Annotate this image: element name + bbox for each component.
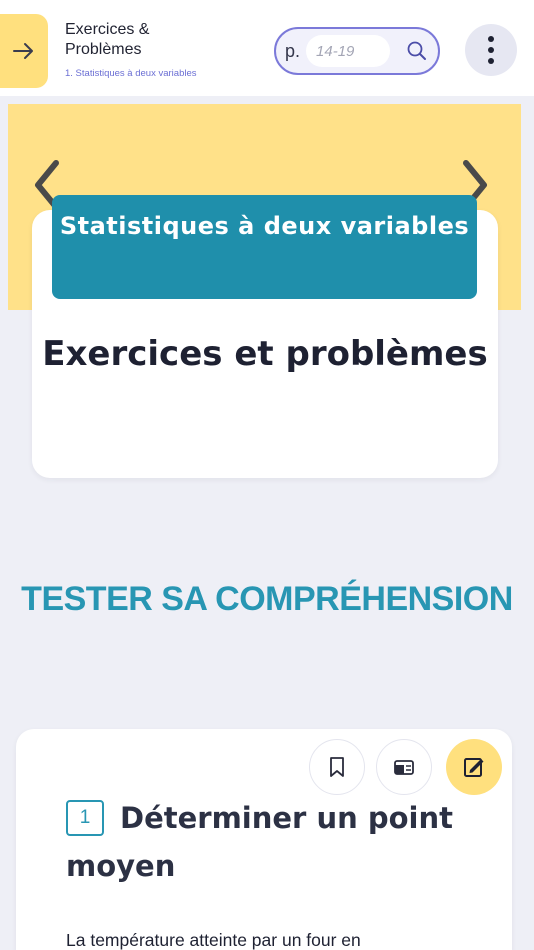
nav-subtitle: 1. Statistiques à deux variables [65, 68, 197, 79]
arrow-right-icon [13, 43, 33, 59]
edit-note-icon [464, 758, 484, 777]
nav-title: Exercices & Problèmes [65, 20, 149, 60]
flashcard-button[interactable] [376, 739, 432, 795]
edit-note-button[interactable] [446, 739, 502, 795]
nav-title-line1: Exercices & [65, 21, 150, 38]
more-menu-button[interactable] [465, 24, 517, 76]
magnifier-icon[interactable] [404, 38, 430, 64]
exercise-number: 1 [66, 800, 104, 836]
flashcard-icon [394, 760, 414, 775]
exercise-body: La température atteinte par un four en [66, 930, 361, 950]
card-title: Exercices et problèmes [42, 334, 488, 374]
page-prefix: p. [285, 40, 301, 61]
nav-title-line2: Problèmes [65, 41, 142, 58]
back-button[interactable] [0, 14, 48, 88]
bookmark-icon [330, 757, 344, 777]
page-number-input[interactable] [306, 35, 391, 67]
vertical-dots-icon [488, 36, 494, 42]
top-bar: Exercices & Problèmes 1. Statistiques à … [0, 0, 534, 96]
page-search: p. [274, 27, 440, 75]
exercise-title: Déterminer un point moyen [66, 801, 453, 883]
chapter-tag: Statistiques à deux variables [52, 195, 477, 299]
bookmark-button[interactable] [309, 739, 365, 795]
section-heading: TESTER SA COMPRÉHENSION [21, 580, 513, 618]
